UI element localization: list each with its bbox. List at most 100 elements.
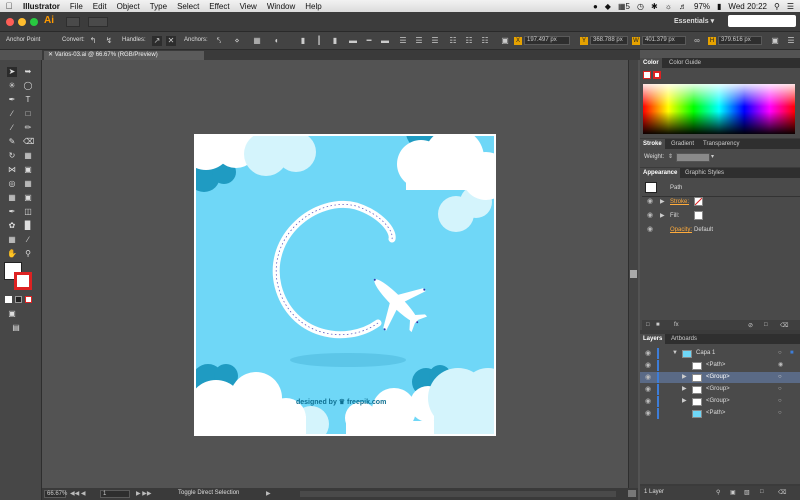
hide-handles-icon[interactable]: ✕ (166, 36, 176, 46)
screen-mode-icon[interactable]: ▤ (11, 323, 21, 333)
transform-icon[interactable]: ▣ (770, 36, 780, 46)
layer-name[interactable]: <Group> (706, 384, 730, 395)
target-icon[interactable]: ◉ (778, 360, 783, 371)
layer-visibility-icon[interactable]: ◉ (644, 386, 652, 394)
menu-type[interactable]: Type (145, 2, 172, 11)
column-graph-tool-icon[interactable]: ▉ (23, 221, 33, 231)
layer-name[interactable]: <Group> (706, 396, 730, 407)
menu-object[interactable]: Object (112, 2, 145, 11)
convert-corner-icon[interactable]: ↰ (88, 36, 98, 46)
menu-help[interactable]: Help (300, 2, 326, 11)
artboard-next-icon[interactable]: ▶ ▶▶ (136, 490, 152, 497)
stroke-expand-icon[interactable]: ▶ (660, 198, 665, 205)
fill-visibility-icon[interactable]: ◉ (646, 212, 654, 220)
zoom-level-field[interactable]: 66.67% (44, 490, 67, 498)
color-mode-icon[interactable] (5, 296, 12, 303)
layer-row-group-3[interactable]: ◉ ▶ <Group> ○ (640, 396, 800, 407)
magic-wand-tool-icon[interactable]: ✳ (7, 81, 17, 91)
hand-tool-icon[interactable]: ✋ (7, 249, 17, 259)
sky-background[interactable] (196, 136, 494, 434)
menu-app-name[interactable]: Illustrator (18, 2, 65, 11)
type-tool-icon[interactable]: T (23, 95, 33, 105)
x-position-field[interactable]: 197.497 px (524, 36, 570, 45)
stroke-link[interactable]: Stroke: (670, 199, 689, 205)
layer-name[interactable]: <Path> (706, 360, 725, 371)
layer-row-path-2[interactable]: ◉ <Path> ○ (640, 408, 800, 419)
direct-selection-tool-icon[interactable]: ➥ (23, 67, 33, 77)
gradient-mode-icon[interactable] (15, 296, 22, 303)
tab-color[interactable]: Color (640, 58, 662, 68)
align-top-icon[interactable]: ▬ (348, 36, 358, 46)
eraser-tool-icon[interactable]: ⌫ (23, 137, 34, 147)
weight-field[interactable] (676, 153, 710, 162)
convert-smooth-icon[interactable]: ↯ (104, 36, 114, 46)
apple-icon[interactable]:  (0, 1, 18, 11)
line-tool-icon[interactable]: ∕ (7, 109, 17, 119)
fill-expand-icon[interactable]: ▶ (660, 212, 665, 219)
clock[interactable]: Wed 20:22 (728, 2, 767, 11)
layer-name[interactable]: Capa 1 (696, 348, 715, 359)
color-fill-proxy[interactable] (643, 71, 651, 79)
tab-appearance[interactable]: Appearance (640, 168, 681, 178)
menu-effect[interactable]: Effect (204, 2, 234, 11)
opacity-visibility-icon[interactable]: ◉ (646, 226, 654, 234)
cut-path-icon[interactable]: ⋄ (232, 36, 242, 46)
distribute-left-icon[interactable]: ☷ (448, 36, 458, 46)
layer-expand-icon[interactable]: ▶ (682, 396, 687, 407)
menu-edit[interactable]: Edit (88, 2, 112, 11)
remove-anchor-icon[interactable]: ⤣ (214, 36, 224, 46)
width-tool-icon[interactable]: ⋈ (7, 165, 17, 175)
distribute-bottom-icon[interactable]: ☰ (430, 36, 440, 46)
perspective-grid-tool-icon[interactable]: ▦ (23, 179, 33, 189)
status-icon[interactable]: ● (593, 2, 598, 11)
pen-tool-icon[interactable]: ✒ (7, 95, 17, 105)
add-new-fill-icon[interactable]: ■ (656, 322, 660, 328)
zoom-tool-icon[interactable]: ⚲ (23, 249, 33, 259)
rotate-tool-icon[interactable]: ↻ (7, 151, 17, 161)
layer-name[interactable]: <Group> (706, 372, 730, 383)
weight-stepper[interactable]: ⇕ (668, 153, 676, 162)
lasso-tool-icon[interactable]: ◯ (23, 81, 33, 91)
target-icon[interactable]: ○ (778, 408, 782, 419)
selection-tool-icon[interactable]: ➤ (7, 67, 17, 77)
badge-icon[interactable]: ▦5 (618, 2, 630, 11)
tab-graphic-styles[interactable]: Graphic Styles (682, 168, 727, 178)
align-vcenter-icon[interactable]: ━ (364, 36, 374, 46)
artboard-number-field[interactable]: 1 (100, 490, 130, 498)
target-icon[interactable]: ○ (778, 396, 782, 407)
layer-visibility-icon[interactable]: ◉ (644, 350, 652, 358)
clear-appearance-icon[interactable]: ⊘ (748, 322, 753, 329)
target-icon[interactable]: ○ (778, 348, 782, 359)
align-bottom-icon[interactable]: ▬ (380, 36, 390, 46)
menu-file[interactable]: File (65, 2, 88, 11)
layer-visibility-icon[interactable]: ◉ (644, 374, 652, 382)
gradient-tool-icon[interactable]: ▣ (23, 193, 33, 203)
menu-window[interactable]: Window (262, 2, 300, 11)
vertical-scroll-thumb[interactable] (630, 270, 637, 278)
menu-select[interactable]: Select (172, 2, 204, 11)
battery-icon[interactable]: ▮ (717, 2, 721, 11)
target-icon[interactable]: ○ (778, 384, 782, 395)
artboard-tool-icon[interactable]: ▦ (7, 235, 17, 245)
wifi-icon[interactable]: ☼ (665, 2, 672, 11)
add-new-stroke-icon[interactable]: □ (646, 322, 650, 328)
horizontal-scroll-thumb[interactable] (628, 490, 636, 497)
menu-view[interactable]: View (235, 2, 262, 11)
layer-collapse-icon[interactable]: ▼ (672, 348, 678, 359)
eyedropper-tool-icon[interactable]: ✒ (7, 207, 17, 217)
tab-gradient[interactable]: Gradient (668, 139, 697, 149)
bridge-button[interactable] (66, 17, 80, 27)
make-clipping-mask-icon[interactable]: ▣ (730, 489, 736, 496)
distribute-right-icon[interactable]: ☷ (480, 36, 490, 46)
blend-tool-icon[interactable]: ◫ (23, 207, 33, 217)
status-tool-hint[interactable]: Toggle Direct Selection (178, 490, 239, 496)
dropbox-icon[interactable]: ◆ (605, 2, 611, 11)
align-hcenter-icon[interactable]: ┃ (314, 36, 324, 46)
symbol-sprayer-tool-icon[interactable]: ✿ (7, 221, 17, 231)
opacity-link[interactable]: Opacity: (670, 227, 692, 233)
distribute-vcenter-icon[interactable]: ☰ (414, 36, 424, 46)
status-menu-icon[interactable]: ▶ (266, 490, 271, 497)
notifications-icon[interactable]: ☰ (787, 2, 794, 11)
volume-icon[interactable]: ♬ (679, 2, 687, 11)
stroke-visibility-icon[interactable]: ◉ (646, 198, 654, 206)
